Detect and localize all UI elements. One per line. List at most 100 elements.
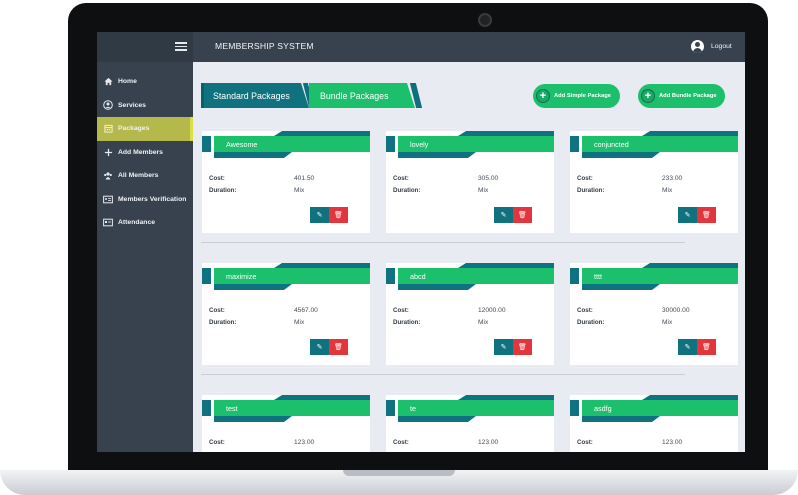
tab-standard-packages[interactable]: Standard Packages — [201, 83, 309, 108]
duration-value: Mix — [478, 319, 489, 326]
cost-label: Cost: — [209, 175, 225, 182]
tab-bundle-packages[interactable]: Bundle Packages — [309, 83, 415, 108]
button-label: Add Simple Package — [554, 93, 612, 99]
duration-value: Mix — [294, 187, 305, 194]
package-name: tttt — [582, 268, 738, 284]
duration-value: Mix — [478, 187, 489, 194]
package-card: asdfg Cost: 123.00 — [570, 395, 738, 452]
ribbon-decor — [570, 400, 579, 416]
package-name: abcd — [398, 268, 554, 284]
duration-value: Mix — [662, 319, 673, 326]
duration-label: Duration: — [209, 319, 237, 326]
logout-link[interactable]: Logout — [711, 43, 732, 50]
cost-label: Cost: — [577, 175, 593, 182]
edit-button[interactable]: ✎ — [678, 339, 697, 355]
plus-icon — [103, 147, 113, 157]
delete-button[interactable]: 🗑 — [513, 207, 532, 223]
package-card: test Cost: 123.00 — [202, 395, 370, 452]
users-icon — [103, 171, 113, 181]
top-header: MEMBERSHIP SYSTEM Logout — [193, 32, 745, 62]
package-card: conjuncted Cost: 233.00 Duration: Mix ✎ … — [570, 131, 738, 233]
edit-button[interactable]: ✎ — [678, 207, 697, 223]
camera-icon — [478, 13, 492, 27]
cost-value: 12000.00 — [478, 307, 506, 314]
sidebar-item-label: Packages — [118, 125, 150, 133]
delete-button[interactable]: 🗑 — [513, 339, 532, 355]
pencil-icon: ✎ — [500, 344, 507, 351]
delete-button[interactable]: 🗑 — [697, 339, 716, 355]
home-icon — [103, 77, 113, 87]
package-name: te — [398, 400, 554, 416]
pencil-icon: ✎ — [684, 344, 691, 351]
edit-button[interactable]: ✎ — [494, 207, 513, 223]
package-name: maximize — [214, 268, 370, 284]
cost-label: Cost: — [209, 307, 225, 314]
avatar[interactable] — [691, 40, 704, 53]
ribbon-decor — [582, 284, 660, 290]
sidebar-item-add-members[interactable]: Add Members — [97, 141, 193, 165]
package-card: maximize Cost: 4567.00 Duration: Mix ✎ 🗑 — [202, 263, 370, 365]
laptop-notch — [343, 470, 455, 476]
sidebar-item-attendance[interactable]: Attendance — [97, 211, 193, 235]
cost-value: 123.00 — [294, 439, 315, 446]
id-card-icon — [103, 194, 113, 204]
add-bundle-package-button[interactable]: + Add Bundle Package — [638, 84, 725, 108]
cost-label: Cost: — [577, 439, 593, 446]
cost-label: Cost: — [577, 307, 593, 314]
sidebar-item-packages[interactable]: Packages — [97, 117, 193, 141]
plus-circle-icon: + — [536, 89, 550, 103]
ribbon-decor — [386, 268, 395, 284]
sidebar-item-label: All Members — [118, 172, 159, 180]
sidebar: Home Services Packages Add Members All M… — [97, 32, 193, 452]
ribbon-decor — [582, 152, 660, 158]
row-divider — [201, 242, 685, 243]
sidebar-item-label: Members Verification — [118, 195, 187, 203]
ribbon-decor — [570, 268, 579, 284]
cost-value: 401.50 — [294, 175, 315, 182]
trash-icon: 🗑 — [702, 212, 711, 219]
sidebar-item-all-members[interactable]: All Members — [97, 164, 193, 188]
trash-icon: 🗑 — [518, 344, 527, 351]
delete-button[interactable]: 🗑 — [697, 207, 716, 223]
ribbon-decor — [582, 416, 660, 422]
sidebar-item-services[interactable]: Services — [97, 94, 193, 118]
ribbon-decor — [398, 416, 476, 422]
cost-label: Cost: — [209, 439, 225, 446]
edit-button[interactable]: ✎ — [310, 207, 329, 223]
edit-button[interactable]: ✎ — [494, 339, 513, 355]
duration-label: Duration: — [393, 187, 421, 194]
cost-label: Cost: — [393, 307, 409, 314]
duration-label: Duration: — [577, 319, 605, 326]
edit-button[interactable]: ✎ — [310, 339, 329, 355]
sidebar-nav: Home Services Packages Add Members All M… — [97, 70, 193, 235]
button-label: Add Bundle Package — [659, 93, 717, 99]
package-card: Awesome Cost: 401.50 Duration: Mix ✎ 🗑 — [202, 131, 370, 233]
ribbon-decor — [398, 152, 476, 158]
sidebar-item-label: Attendance — [118, 219, 156, 227]
package-card: te Cost: 123.00 — [386, 395, 554, 452]
sidebar-item-home[interactable]: Home — [97, 70, 193, 94]
ribbon-decor — [214, 152, 292, 158]
add-simple-package-button[interactable]: + Add Simple Package — [533, 84, 620, 108]
pencil-icon: ✎ — [684, 212, 691, 219]
duration-label: Duration: — [577, 187, 605, 194]
delete-button[interactable]: 🗑 — [329, 339, 348, 355]
ribbon-decor — [398, 284, 476, 290]
cost-label: Cost: — [393, 439, 409, 446]
sidebar-top — [97, 32, 193, 62]
ribbon-decor — [202, 400, 211, 416]
package-card: abcd Cost: 12000.00 Duration: Mix ✎ 🗑 — [386, 263, 554, 365]
row-divider — [201, 374, 685, 375]
sidebar-item-members-verification[interactable]: Members Verification — [97, 188, 193, 212]
cost-value: 123.00 — [662, 439, 683, 446]
plus-circle-icon: + — [641, 89, 655, 103]
sidebar-item-label: Services — [118, 101, 146, 109]
app-screen: Home Services Packages Add Members All M… — [97, 32, 745, 452]
ribbon-decor — [386, 136, 395, 152]
delete-button[interactable]: 🗑 — [329, 207, 348, 223]
package-name: test — [214, 400, 370, 416]
trash-icon: 🗑 — [334, 212, 343, 219]
menu-icon[interactable] — [175, 42, 187, 51]
duration-label: Duration: — [209, 187, 237, 194]
pencil-icon: ✎ — [316, 212, 323, 219]
